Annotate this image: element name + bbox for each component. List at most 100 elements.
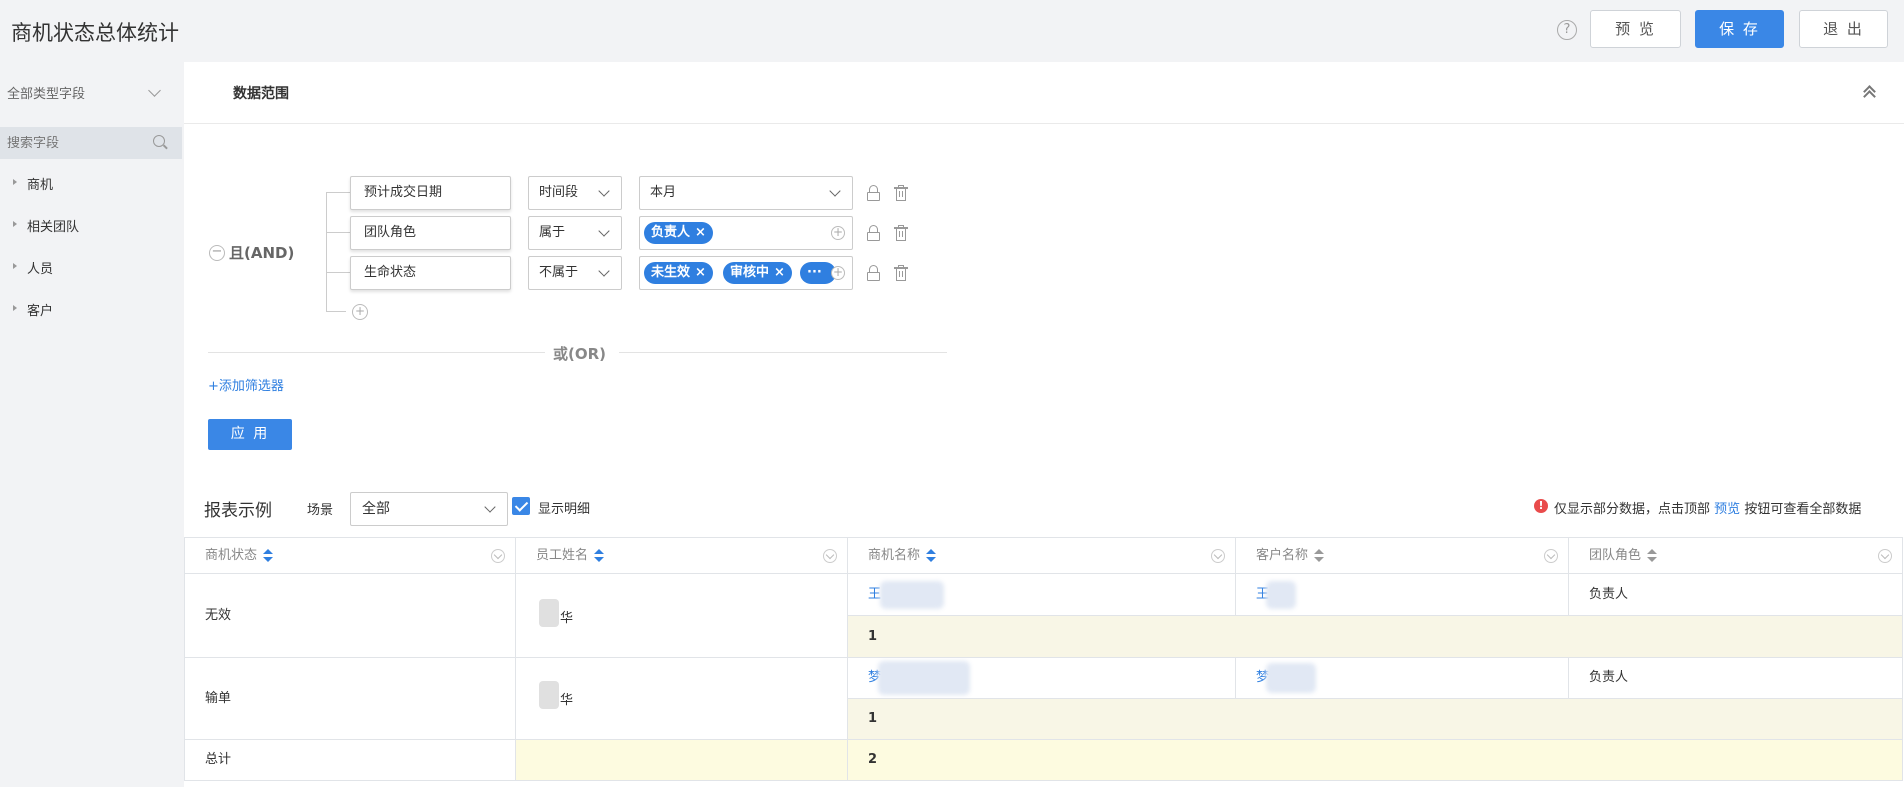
field-search-input[interactable] (7, 136, 147, 151)
sidebar-item-personnel[interactable]: 人员 (0, 253, 182, 281)
sidebar-item-label: 相关团队 (27, 220, 80, 235)
notice-text: 仅显示部分数据，点击顶部 (1554, 502, 1711, 517)
divider (184, 123, 1904, 124)
total-value-cell: 2 (847, 739, 1903, 781)
sort-icon[interactable] (926, 548, 937, 563)
warning-icon: ! (1534, 499, 1548, 513)
caret-right-icon (13, 263, 17, 269)
condition-operator-value: 不属于 (539, 265, 579, 280)
column-header[interactable]: 商机名称 (847, 537, 1236, 574)
help-icon[interactable]: ? (1557, 20, 1577, 40)
sidebar-item-label: 客户 (27, 304, 54, 319)
show-detail-label: 显示明细 (538, 502, 591, 517)
or-divider-line (208, 352, 545, 353)
customer-cell[interactable]: 梦 林 (1235, 657, 1569, 699)
column-menu-icon[interactable] (1211, 549, 1225, 563)
opportunity-cell[interactable]: 王 2 (847, 573, 1236, 616)
unlock-icon[interactable] (867, 185, 880, 201)
column-header-label: 商机状态 (205, 548, 258, 563)
add-value-icon[interactable]: + (831, 226, 845, 240)
add-filter-link[interactable]: +添加筛选器 (208, 375, 284, 394)
remove-tag-icon[interactable]: × (695, 225, 706, 240)
column-menu-icon[interactable] (823, 549, 837, 563)
trash-icon[interactable] (894, 185, 908, 201)
save-button[interactable]: 保 存 (1695, 10, 1784, 48)
chevron-down-icon (598, 185, 610, 197)
value-tag-label: 审核中 (730, 265, 770, 280)
sort-icon[interactable] (1647, 548, 1658, 563)
show-detail-checkbox[interactable] (512, 497, 530, 515)
condition-field[interactable]: 团队角色 (350, 216, 511, 250)
or-group-label[interactable]: 或(OR) (553, 343, 606, 364)
trash-icon[interactable] (894, 265, 908, 281)
trash-icon[interactable] (894, 225, 908, 241)
sort-icon[interactable] (263, 548, 274, 563)
role-cell: 负责人 (1568, 573, 1903, 616)
sidebar-item-customer[interactable]: 客户 (0, 295, 182, 323)
column-header[interactable]: 客户名称 (1235, 537, 1569, 574)
condition-operator-value: 时间段 (539, 185, 579, 200)
remove-group-icon[interactable]: − (209, 245, 225, 261)
condition-field[interactable]: 预计成交日期 (350, 176, 511, 210)
sidebar-item-related-team[interactable]: 相关团队 (0, 211, 182, 239)
customer-cell[interactable]: 王 子 (1235, 573, 1569, 616)
sidebar-item-opportunity[interactable]: 商机 (0, 169, 182, 197)
sort-icon[interactable] (594, 548, 605, 563)
remove-tag-icon[interactable]: × (695, 265, 706, 280)
condition-operator-value: 属于 (539, 225, 566, 240)
column-header[interactable]: 员工姓名 (515, 537, 848, 574)
column-menu-icon[interactable] (1878, 549, 1892, 563)
value-tag: 负责人 × (644, 222, 713, 244)
column-header-label: 团队角色 (1589, 548, 1642, 563)
collapse-icon[interactable] (1862, 85, 1876, 103)
report-title: 报表示例 (204, 501, 272, 521)
group-bracket-branch (326, 232, 350, 233)
exit-button[interactable]: 退 出 (1799, 10, 1888, 48)
unlock-icon[interactable] (867, 225, 880, 241)
value-tag-label: 负责人 (651, 225, 691, 240)
chevron-down-icon (829, 185, 841, 197)
condition-operator[interactable]: 不属于 (528, 256, 622, 290)
search-icon[interactable] (153, 135, 165, 147)
sidebar-item-label: 商机 (27, 178, 54, 193)
apply-button[interactable]: 应 用 (208, 419, 292, 450)
column-header-label: 员工姓名 (536, 548, 589, 563)
total-empty-cell (515, 739, 848, 781)
opportunity-cell[interactable]: 梦 (847, 657, 1236, 699)
condition-value[interactable]: 负责人 × + (639, 216, 853, 250)
condition-value[interactable]: 本月 (639, 176, 853, 210)
redaction (1266, 663, 1316, 693)
unlock-icon[interactable] (867, 265, 880, 281)
data-range-title: 数据范围 (233, 86, 289, 102)
column-menu-icon[interactable] (1544, 549, 1558, 563)
preview-button[interactable]: 预 览 (1590, 10, 1681, 48)
add-condition-icon[interactable]: + (352, 304, 368, 320)
preview-notice: 仅显示部分数据，点击顶部 预览 按钮可查看全部数据 (1554, 498, 1861, 517)
column-menu-icon[interactable] (491, 549, 505, 563)
avatar (539, 681, 559, 709)
notice-preview-link[interactable]: 预览 (1714, 502, 1740, 517)
page-title: 商机状态总体统计 (11, 21, 179, 45)
condition-value[interactable]: 未生效 × 审核中 × ··· + (639, 256, 853, 290)
condition-operator[interactable]: 属于 (528, 216, 622, 250)
notice-text: 按钮可查看全部数据 (1744, 502, 1862, 517)
value-tag-label: 未生效 (651, 265, 691, 280)
chevron-down-icon (598, 225, 610, 237)
remove-tag-icon[interactable]: × (774, 265, 785, 280)
field-type-select[interactable]: 全部类型字段 (7, 83, 85, 102)
condition-value-text: 本月 (650, 185, 677, 200)
employee-name: 华 (560, 693, 574, 708)
sort-icon[interactable] (1314, 548, 1325, 563)
scene-select[interactable]: 全部 (350, 492, 508, 526)
condition-operator[interactable]: 时间段 (528, 176, 622, 210)
column-header[interactable]: 团队角色 (1568, 537, 1903, 574)
column-header[interactable]: 商机状态 (184, 537, 516, 574)
add-value-icon[interactable]: + (831, 266, 845, 280)
group-bracket (326, 192, 327, 311)
condition-field[interactable]: 生命状态 (350, 256, 511, 290)
subtotal-cell: 1 (847, 698, 1903, 740)
scene-label: 场景 (307, 503, 334, 518)
redaction (880, 581, 944, 609)
status-cell: 无效 (184, 573, 516, 658)
or-divider-line (619, 352, 947, 353)
